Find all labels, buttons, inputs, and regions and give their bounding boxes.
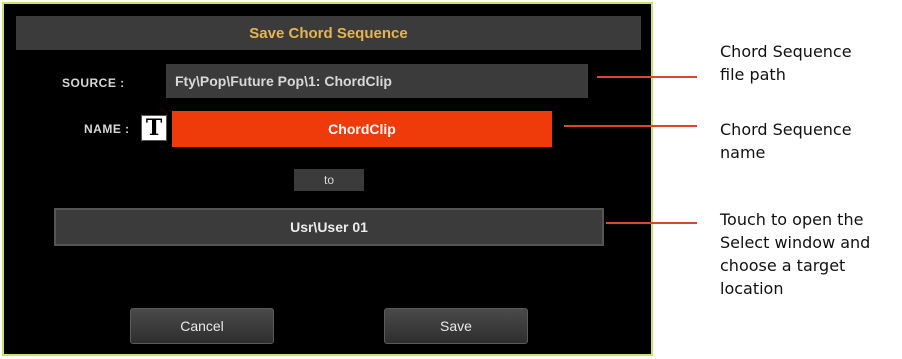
name-label: NAME : (84, 122, 130, 136)
callout-target-text: Touch to open the Select window and choo… (720, 210, 871, 298)
callout-name-text: Chord Sequence name (720, 120, 852, 162)
save-chord-sequence-dialog: Save Chord Sequence SOURCE : Fty\Pop\Fut… (2, 2, 653, 356)
cancel-button[interactable]: Cancel (130, 308, 274, 344)
source-path-field: Fty\Pop\Future Pop\1: ChordClip (166, 64, 588, 98)
to-label: to (294, 169, 364, 191)
callout-line-target (606, 222, 697, 224)
callout-line-name (564, 125, 697, 127)
dialog-title: Save Chord Sequence (16, 16, 641, 50)
save-button[interactable]: Save (384, 308, 528, 344)
callout-file-path-text: Chord Sequence file path (720, 42, 852, 84)
source-label: SOURCE : (62, 76, 125, 90)
name-field[interactable]: ChordClip (172, 111, 552, 147)
text-edit-icon[interactable]: T (141, 115, 167, 141)
target-location-field[interactable]: Usr\User 01 (54, 208, 604, 246)
callout-line-file-path (597, 76, 697, 78)
